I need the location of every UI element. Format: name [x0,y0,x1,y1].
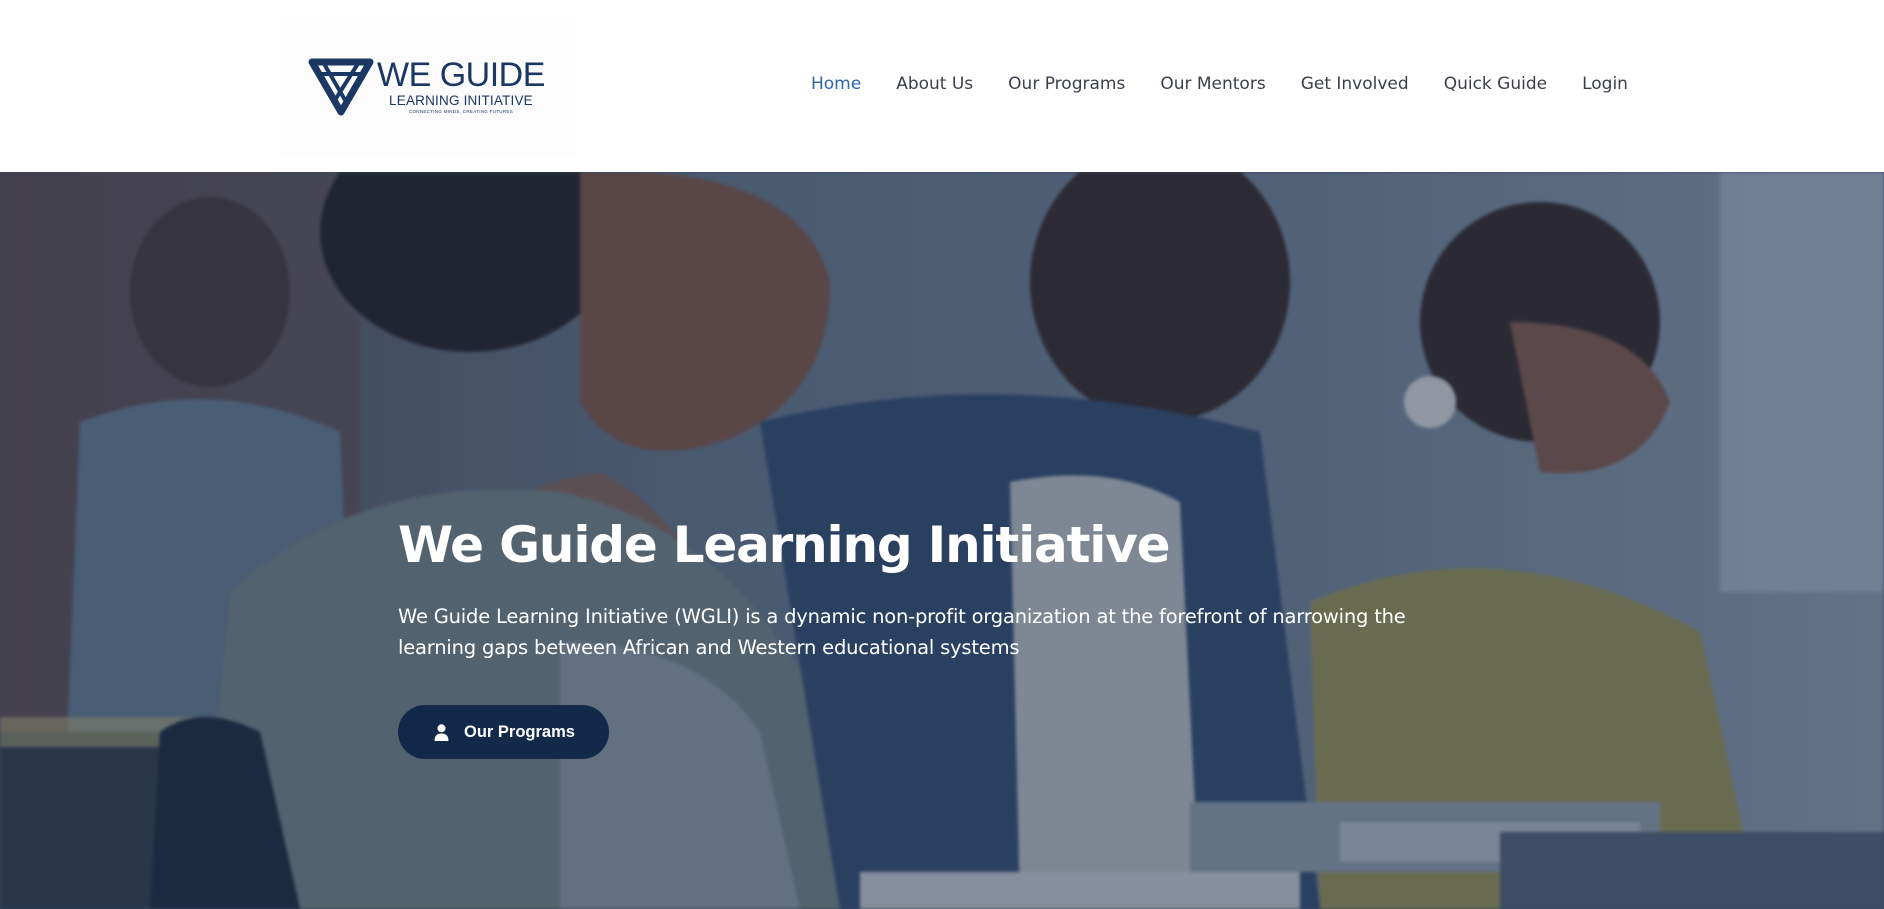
logo-tagline: CONNECTING MINDS, CREATING FUTURES [408,109,514,114]
main-nav: Home About Us Our Programs Our Mentors G… [811,70,1628,98]
logo-subtitle: LEARNING INITIATIVE [389,92,533,108]
hero-content: We Guide Learning Initiative We Guide Le… [398,518,1498,759]
our-programs-button[interactable]: Our Programs [398,705,609,759]
nav-item-about-us[interactable]: About Us [896,74,973,94]
nav-item-quick-guide[interactable]: Quick Guide [1444,74,1547,94]
logo-title: WE GUIDE [377,55,545,94]
user-icon [434,723,449,741]
logo-wordmark: WE GUIDE LEARNING INITIATIVE CONNECTING … [377,58,545,115]
site-logo[interactable]: WE GUIDE LEARNING INITIATIVE CONNECTING … [280,16,576,156]
nav-item-get-involved[interactable]: Get Involved [1301,74,1409,94]
hero-description: We Guide Learning Initiative (WGLI) is a… [398,605,1406,659]
triangle-knot-icon [308,58,374,116]
hero-title: We Guide Learning Initiative [398,516,1171,574]
nav-item-home[interactable]: Home [811,74,861,94]
our-programs-button-label: Our Programs [464,722,575,741]
site-header: WE GUIDE LEARNING INITIATIVE CONNECTING … [0,0,1884,172]
nav-item-our-programs[interactable]: Our Programs [1008,74,1125,94]
hero-section: We Guide Learning Initiative We Guide Le… [0,172,1884,909]
nav-item-login[interactable]: Login [1582,74,1628,94]
nav-item-our-mentors[interactable]: Our Mentors [1160,74,1265,94]
